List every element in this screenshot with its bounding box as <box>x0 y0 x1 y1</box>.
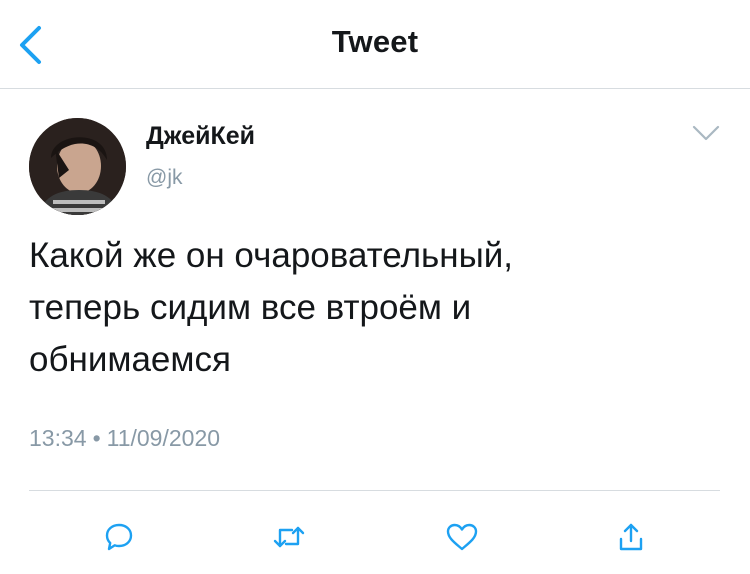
page-title: Tweet <box>331 24 419 59</box>
tweet-time: 13:34 <box>29 425 87 451</box>
reply-icon <box>105 523 133 551</box>
author-handle[interactable]: @jk <box>146 166 182 190</box>
retweet-icon <box>273 526 305 548</box>
timestamp-separator: • <box>92 425 101 451</box>
author-display-name[interactable]: ДжейКей <box>146 122 255 151</box>
avatar[interactable] <box>29 118 126 215</box>
reply-button[interactable] <box>97 515 141 559</box>
divider <box>29 490 720 491</box>
tweet-text: Какой же он очаровательный, теперь сидим… <box>29 230 719 386</box>
tweet-text-line: обнимаемся <box>29 340 231 379</box>
tweet-text-line: теперь сидим все втроём и <box>29 288 472 327</box>
share-icon <box>619 523 643 551</box>
retweet-button[interactable] <box>267 515 311 559</box>
chevron-down-icon <box>692 125 720 141</box>
avatar-image <box>29 118 126 215</box>
tweet-text-line: Какой же он очаровательный, <box>29 236 514 275</box>
heart-icon <box>446 523 478 551</box>
nav-bar: Tweet <box>0 0 750 89</box>
tweet-timestamp[interactable]: 13:34 • 11/09/2020 <box>29 425 220 452</box>
share-button[interactable] <box>609 515 653 559</box>
tweet-date: 11/09/2020 <box>106 425 221 451</box>
more-options-button[interactable] <box>686 118 726 148</box>
like-button[interactable] <box>440 515 484 559</box>
